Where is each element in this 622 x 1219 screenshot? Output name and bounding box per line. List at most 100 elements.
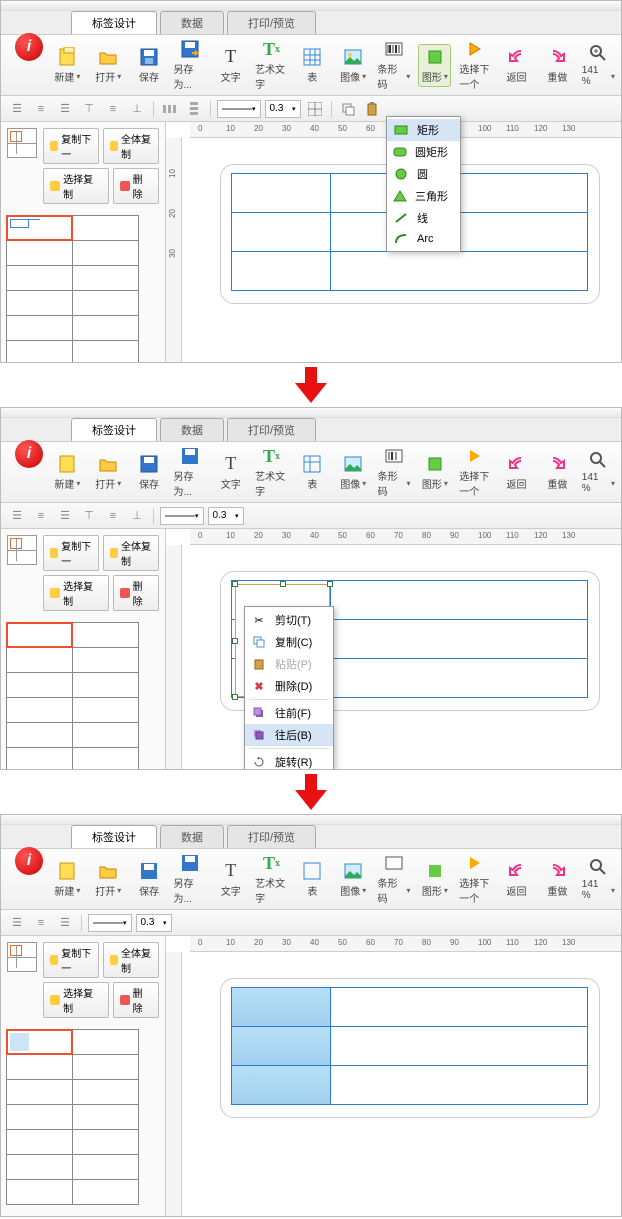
- open-button[interactable]: 打开▾: [92, 861, 125, 898]
- copy-next-button[interactable]: 复制下一: [43, 128, 99, 164]
- shape-button[interactable]: 图形▾: [418, 44, 451, 87]
- new-button[interactable]: 新建▾: [51, 47, 84, 84]
- menu-cut[interactable]: ✂剪切(T): [245, 609, 333, 631]
- label-cell[interactable]: [6, 315, 73, 341]
- new-button[interactable]: 新建▾: [51, 454, 84, 491]
- tab-data[interactable]: 数据: [160, 11, 224, 34]
- tab-label-design[interactable]: 标签设计: [71, 825, 157, 848]
- redo-button[interactable]: 重做: [541, 454, 574, 491]
- menu-triangle[interactable]: 三角形: [387, 185, 460, 207]
- tab-print-preview[interactable]: 打印/预览: [227, 825, 316, 848]
- copy-next-button[interactable]: 复制下一: [43, 535, 99, 571]
- menu-circle[interactable]: 圆: [387, 163, 460, 185]
- select-copy-button[interactable]: 选择复制: [43, 982, 108, 1018]
- table-button[interactable]: 表: [296, 861, 329, 898]
- saveas-button[interactable]: 另存为...: [173, 39, 206, 91]
- tab-label-design[interactable]: 标签设计: [71, 418, 157, 441]
- label-cell[interactable]: [6, 290, 73, 316]
- layout-thumbnail[interactable]: [7, 128, 37, 158]
- redo-button[interactable]: 重做: [541, 47, 574, 84]
- table-object[interactable]: [232, 988, 588, 1105]
- label-cell[interactable]: [72, 315, 139, 341]
- tab-print-preview[interactable]: 打印/预览: [227, 11, 316, 34]
- save-button[interactable]: 保存: [133, 861, 166, 898]
- barcode-button[interactable]: 条形码▾: [378, 853, 411, 905]
- text-button[interactable]: T文字: [214, 454, 247, 491]
- label-cell[interactable]: [72, 215, 139, 241]
- tab-data[interactable]: 数据: [160, 418, 224, 441]
- grid-button[interactable]: [305, 100, 325, 118]
- zoom-button[interactable]: 141 %▾: [582, 450, 615, 494]
- table-button[interactable]: 表: [296, 454, 329, 491]
- delete-button[interactable]: 删除: [113, 575, 159, 611]
- copy-next-button[interactable]: 复制下一: [43, 942, 99, 978]
- menu-arc[interactable]: Arc: [387, 229, 460, 249]
- menu-rectangle[interactable]: 矩形: [387, 119, 460, 141]
- label-cell[interactable]: [72, 265, 139, 291]
- save-button[interactable]: 保存: [133, 47, 166, 84]
- image-button[interactable]: 图像▾: [337, 47, 370, 84]
- select-next-button[interactable]: 选择下一个: [459, 853, 492, 905]
- menu-delete[interactable]: ✖删除(D): [245, 675, 333, 697]
- copy-all-button[interactable]: 全体复制: [103, 535, 159, 571]
- label-cell[interactable]: [6, 265, 73, 291]
- arttext-button[interactable]: Tx艺术文字: [255, 39, 288, 91]
- label-cell[interactable]: [6, 622, 73, 648]
- delete-button[interactable]: 删除: [113, 168, 159, 204]
- select-next-button[interactable]: 选择下一个: [459, 446, 492, 498]
- paste-button[interactable]: [362, 100, 382, 118]
- menu-rotate[interactable]: 旋转(R): [245, 751, 333, 770]
- open-button[interactable]: 打开▾: [92, 454, 125, 491]
- layout-thumbnail[interactable]: [7, 535, 37, 565]
- zoom-button[interactable]: 141 %▾: [582, 43, 615, 87]
- copy-all-button[interactable]: 全体复制: [103, 128, 159, 164]
- copy-all-button[interactable]: 全体复制: [103, 942, 159, 978]
- new-button[interactable]: 新建▾: [51, 861, 84, 898]
- line-style-combo[interactable]: ▾: [160, 507, 204, 525]
- line-style-combo[interactable]: ▾: [217, 100, 261, 118]
- back-button[interactable]: 返回: [500, 861, 533, 898]
- open-button[interactable]: 打开▾: [92, 47, 125, 84]
- label-cell[interactable]: [6, 1029, 73, 1055]
- back-button[interactable]: 返回: [500, 454, 533, 491]
- shape-button[interactable]: 图形▾: [418, 861, 451, 898]
- label-cell[interactable]: [72, 240, 139, 266]
- barcode-button[interactable]: 条形码▾: [378, 39, 411, 91]
- line-width-combo[interactable]: 0.3▾: [265, 100, 301, 118]
- label-cell[interactable]: [6, 240, 73, 266]
- select-copy-button[interactable]: 选择复制: [43, 575, 108, 611]
- select-copy-button[interactable]: 选择复制: [43, 168, 108, 204]
- dist-v-button[interactable]: [184, 100, 204, 118]
- copy-button[interactable]: [338, 100, 358, 118]
- layout-thumbnail[interactable]: [7, 942, 37, 972]
- label-cell[interactable]: [72, 340, 139, 363]
- align-center-button[interactable]: ≡: [31, 100, 51, 118]
- tab-print-preview[interactable]: 打印/预览: [227, 418, 316, 441]
- redo-button[interactable]: 重做: [541, 861, 574, 898]
- align-bottom-button[interactable]: ⊥: [127, 100, 147, 118]
- menu-round-rectangle[interactable]: 圆矩形: [387, 141, 460, 163]
- label-cell[interactable]: [6, 340, 73, 363]
- menu-line[interactable]: 线: [387, 207, 460, 229]
- back-button[interactable]: 返回: [500, 47, 533, 84]
- label-cell[interactable]: [72, 290, 139, 316]
- line-width-combo[interactable]: 0.3▾: [208, 507, 244, 525]
- align-top-button[interactable]: ⊤: [79, 100, 99, 118]
- saveas-button[interactable]: 另存为...: [173, 446, 206, 498]
- image-button[interactable]: 图像▾: [337, 861, 370, 898]
- dist-h-button[interactable]: [160, 100, 180, 118]
- menu-send-back[interactable]: 往后(B): [245, 724, 333, 746]
- shape-button[interactable]: 图形▾: [418, 454, 451, 491]
- save-button[interactable]: 保存: [133, 454, 166, 491]
- tab-data[interactable]: 数据: [160, 825, 224, 848]
- align-right-button[interactable]: ☰: [55, 100, 75, 118]
- arttext-button[interactable]: Tx艺术文字: [255, 446, 288, 498]
- image-button[interactable]: 图像▾: [337, 454, 370, 491]
- saveas-button[interactable]: 另存为...: [173, 853, 206, 905]
- text-button[interactable]: T文字: [214, 861, 247, 898]
- delete-button[interactable]: 删除: [113, 982, 159, 1018]
- canvas[interactable]: [190, 958, 611, 1206]
- menu-copy[interactable]: 复制(C): [245, 631, 333, 653]
- table-button[interactable]: 表: [296, 47, 329, 84]
- line-width-combo[interactable]: 0.3▾: [136, 914, 172, 932]
